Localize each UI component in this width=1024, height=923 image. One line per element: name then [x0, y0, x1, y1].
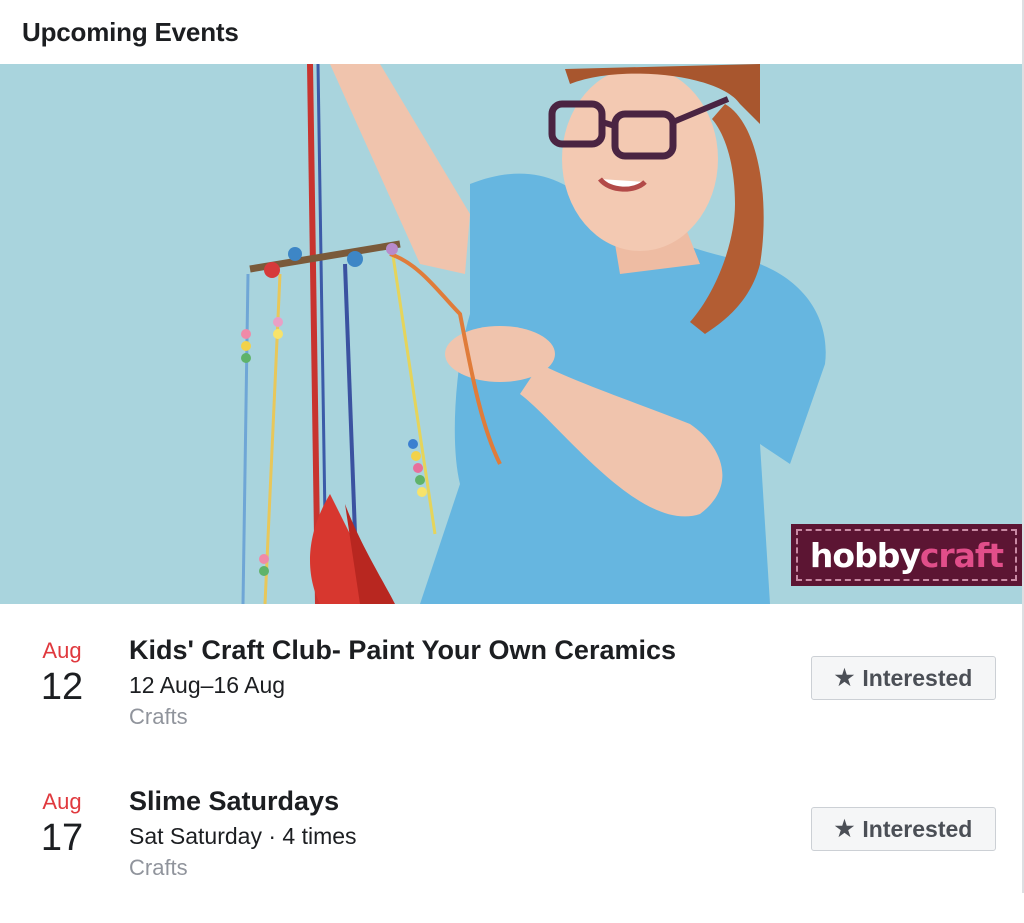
event-time: 12 Aug–16 Aug: [129, 672, 286, 698]
events-header: Upcoming Events: [0, 0, 1022, 64]
event-date: Aug 12: [22, 638, 102, 709]
event-time: Sat Saturday · 4 times: [129, 823, 357, 849]
event-info: Kids' Craft Club- Paint Your Own Ceramic…: [129, 634, 676, 732]
hobbycraft-logo: hobby craft: [791, 524, 1022, 586]
event-month: Aug: [42, 789, 82, 814]
event-day: 17: [40, 817, 84, 859]
event-title[interactable]: Slime Saturdays: [129, 785, 357, 817]
event-cover-image[interactable]: hobby craft: [0, 64, 1022, 604]
event-info: Slime Saturdays Sat Saturday · 4 times C…: [129, 785, 357, 883]
section-title: Upcoming Events: [22, 16, 239, 47]
interested-button[interactable]: ★ Interested: [811, 656, 996, 700]
event-date: Aug 17: [22, 789, 102, 860]
event-list-item[interactable]: Aug 12 Kids' Craft Club- Paint Your Own …: [0, 622, 1022, 772]
event-month: Aug: [42, 638, 82, 663]
logo-text-hobby: hobby: [809, 535, 921, 575]
logo-text-craft: craft: [919, 535, 1004, 575]
star-icon: ★: [834, 816, 855, 841]
events-page: Upcoming Events hobby craft Aug 12 Kids'…: [0, 0, 1024, 893]
interested-label: Interested: [862, 664, 973, 691]
star-icon: ★: [834, 665, 855, 690]
event-category: Crafts: [129, 704, 188, 729]
event-list-item[interactable]: Aug 17 Slime Saturdays Sat Saturday · 4 …: [0, 773, 1022, 923]
event-category: Crafts: [129, 855, 188, 880]
event-title[interactable]: Kids' Craft Club- Paint Your Own Ceramic…: [129, 634, 676, 666]
event-day: 12: [40, 666, 84, 708]
interested-button[interactable]: ★ Interested: [811, 807, 996, 851]
interested-label: Interested: [862, 815, 973, 842]
cover-illustration: [0, 64, 1022, 604]
